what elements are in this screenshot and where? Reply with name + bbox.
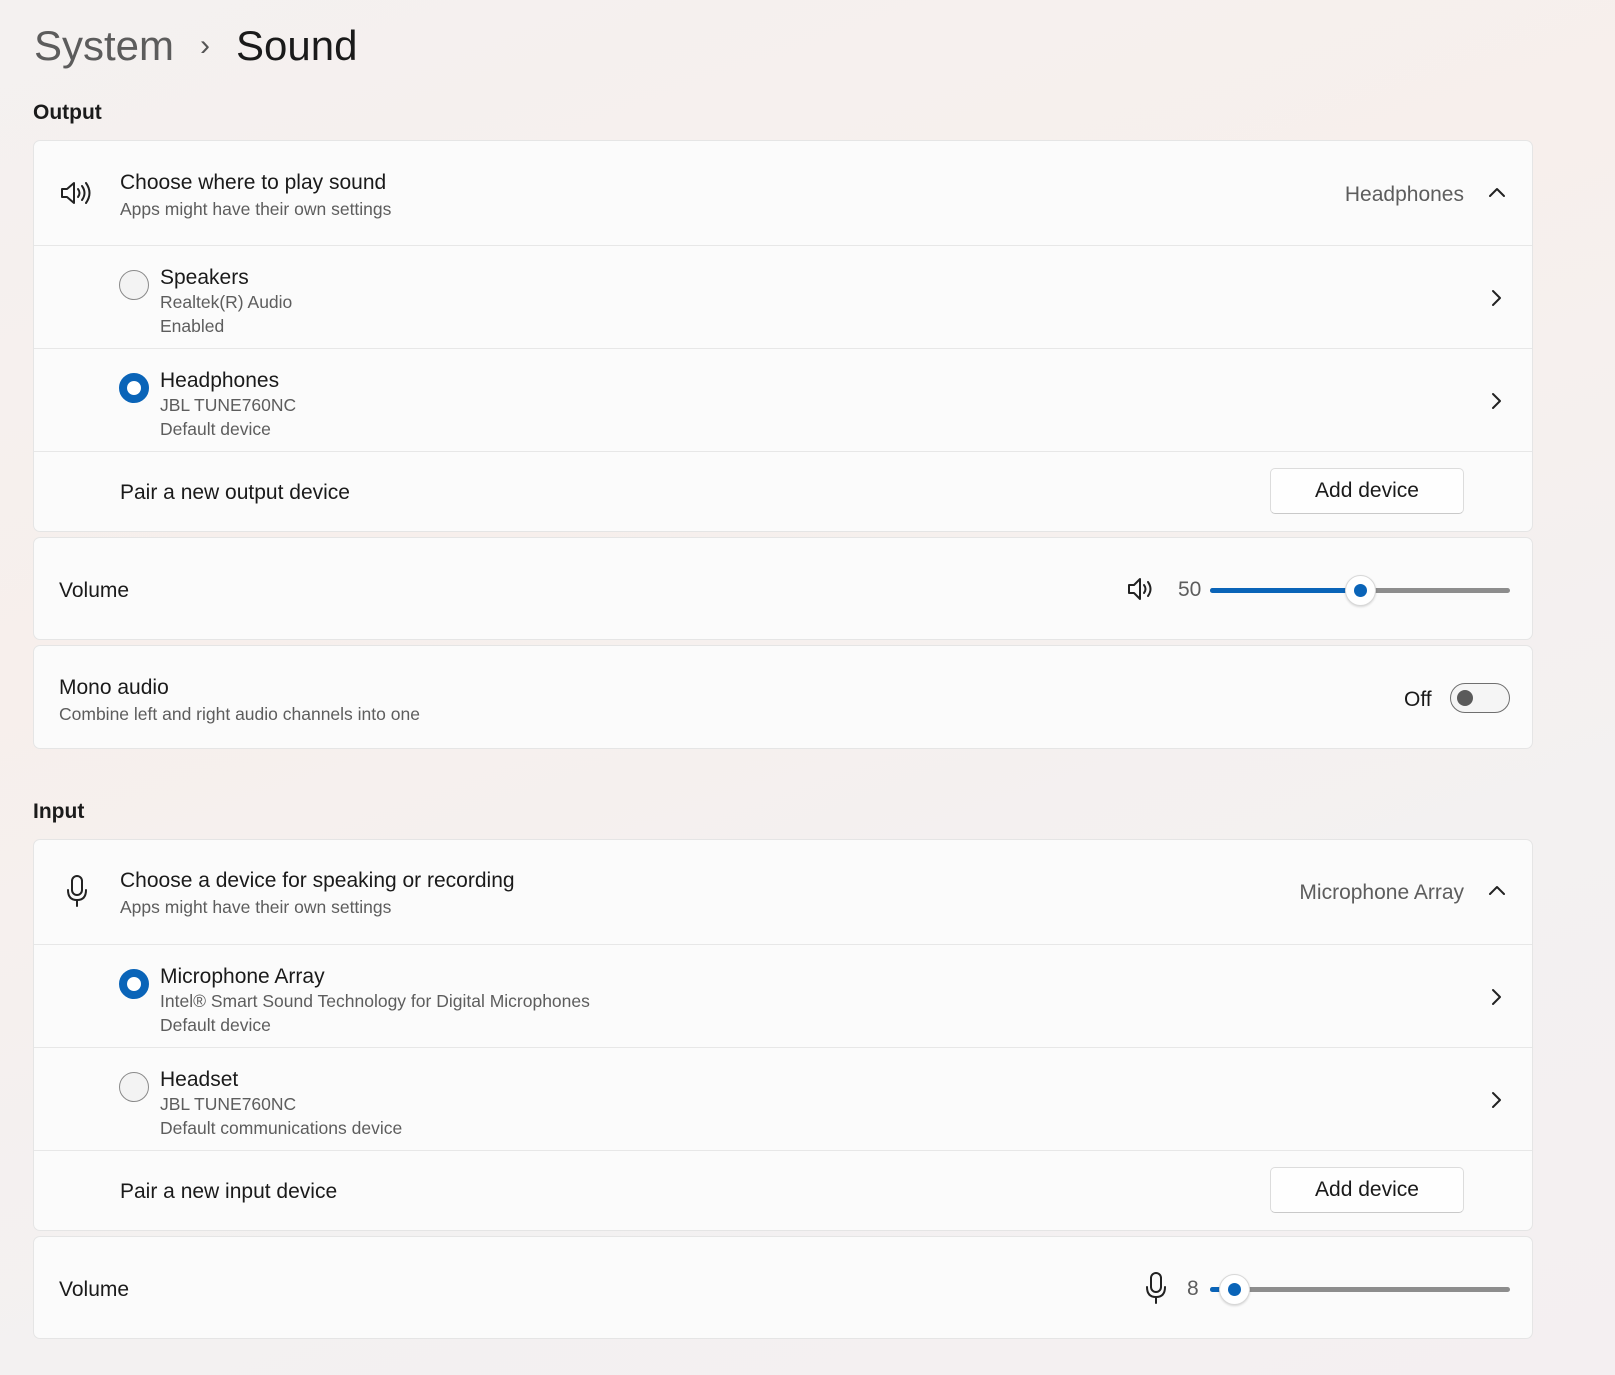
output-chooser-title: Choose where to play sound bbox=[120, 171, 387, 194]
slider-fill bbox=[1210, 588, 1347, 593]
mono-audio-subtitle: Combine left and right audio channels in… bbox=[59, 704, 420, 724]
device-detail: Realtek(R) Audio bbox=[160, 292, 293, 312]
chevron-right-icon[interactable] bbox=[1490, 289, 1502, 312]
device-detail: Intel® Smart Sound Technology for Digita… bbox=[160, 991, 590, 1011]
chevron-right-icon[interactable] bbox=[1490, 392, 1502, 415]
output-device-speakers[interactable]: Speakers Realtek(R) Audio Enabled bbox=[34, 245, 1532, 348]
output-section-title: Output bbox=[33, 101, 102, 124]
slider-thumb[interactable] bbox=[1218, 1274, 1250, 1305]
page-title: Sound bbox=[236, 22, 358, 69]
mono-audio-toggle[interactable] bbox=[1450, 683, 1510, 713]
slider-track bbox=[1210, 1287, 1510, 1292]
device-name: Headset bbox=[160, 1068, 239, 1091]
chevron-up-icon[interactable] bbox=[1488, 883, 1506, 901]
mono-audio-title: Mono audio bbox=[59, 676, 169, 699]
chevron-right-icon[interactable] bbox=[1490, 1091, 1502, 1114]
output-chooser-header[interactable]: Choose where to play sound Apps might ha… bbox=[34, 141, 1532, 245]
output-device-card: Choose where to play sound Apps might ha… bbox=[33, 140, 1533, 532]
output-device-headphones[interactable]: Headphones JBL TUNE760NC Default device bbox=[34, 348, 1532, 451]
speaker-icon[interactable] bbox=[1127, 576, 1157, 607]
device-name: Speakers bbox=[160, 266, 249, 289]
headset-radio[interactable] bbox=[119, 1072, 149, 1102]
device-detail: JBL TUNE760NC bbox=[160, 395, 297, 415]
add-output-device-button[interactable]: Add device bbox=[1270, 468, 1464, 514]
device-status: Enabled bbox=[160, 316, 225, 336]
device-status: Default device bbox=[160, 419, 271, 439]
device-status: Default device bbox=[160, 1015, 271, 1035]
input-volume-label: Volume bbox=[59, 1278, 130, 1301]
microphone-array-radio[interactable] bbox=[119, 969, 149, 999]
breadcrumb-separator-icon: › bbox=[200, 29, 211, 62]
input-device-microphone-array[interactable]: Microphone Array Intel® Smart Sound Tech… bbox=[34, 944, 1532, 1047]
pair-output-label: Pair a new output device bbox=[120, 481, 350, 504]
add-input-device-button[interactable]: Add device bbox=[1270, 1167, 1464, 1213]
breadcrumb-system[interactable]: System bbox=[34, 22, 174, 70]
breadcrumb: System › Sound bbox=[34, 16, 357, 76]
input-chooser-title: Choose a device for speaking or recordin… bbox=[120, 869, 515, 892]
output-selected-value: Headphones bbox=[1344, 183, 1464, 206]
toggle-knob bbox=[1457, 690, 1473, 706]
chevron-up-icon[interactable] bbox=[1488, 185, 1506, 203]
speakers-radio[interactable] bbox=[119, 270, 149, 300]
output-volume-slider[interactable] bbox=[1210, 575, 1510, 606]
output-volume-card: Volume 50 bbox=[33, 537, 1533, 640]
output-volume-value: 50 bbox=[1178, 578, 1202, 601]
input-chooser-subtitle: Apps might have their own settings bbox=[120, 897, 392, 917]
microphone-icon[interactable] bbox=[1144, 1271, 1168, 1310]
pair-input-label: Pair a new input device bbox=[120, 1180, 338, 1203]
input-selected-value: Microphone Array bbox=[1299, 881, 1464, 904]
headphones-radio[interactable] bbox=[119, 373, 149, 403]
pair-input-row: Pair a new input device Add device bbox=[34, 1150, 1532, 1230]
device-name: Headphones bbox=[160, 369, 280, 392]
input-volume-slider[interactable] bbox=[1210, 1274, 1510, 1305]
output-chooser-subtitle: Apps might have their own settings bbox=[120, 199, 392, 219]
input-device-headset[interactable]: Headset JBL TUNE760NC Default communicat… bbox=[34, 1047, 1532, 1150]
device-detail: JBL TUNE760NC bbox=[160, 1094, 297, 1114]
mono-audio-state: Off bbox=[1404, 688, 1432, 711]
microphone-icon bbox=[65, 874, 89, 913]
input-chooser-header[interactable]: Choose a device for speaking or recordin… bbox=[34, 840, 1532, 944]
chevron-right-icon[interactable] bbox=[1490, 988, 1502, 1011]
device-status: Default communications device bbox=[160, 1118, 403, 1138]
mono-audio-card: Mono audio Combine left and right audio … bbox=[33, 645, 1533, 749]
input-section-title: Input bbox=[33, 800, 85, 823]
input-volume-card: Volume 8 bbox=[33, 1236, 1533, 1339]
input-volume-value: 8 bbox=[1187, 1277, 1199, 1300]
pair-output-row: Pair a new output device Add device bbox=[34, 451, 1532, 531]
speaker-icon bbox=[60, 179, 94, 212]
device-name: Microphone Array bbox=[160, 965, 325, 988]
slider-thumb[interactable] bbox=[1344, 575, 1376, 606]
output-volume-label: Volume bbox=[59, 579, 130, 602]
input-device-card: Choose a device for speaking or recordin… bbox=[33, 839, 1533, 1231]
